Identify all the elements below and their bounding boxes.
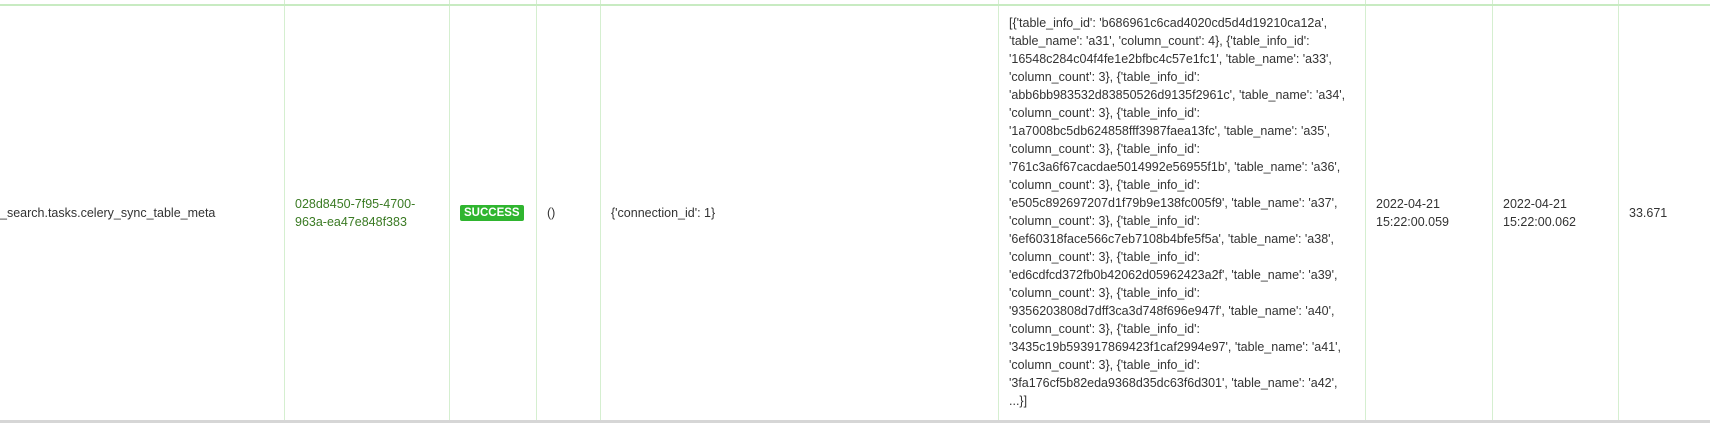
- task-name: _search.tasks.celery_sync_table_meta: [0, 206, 216, 220]
- task-name-cell: _search.tasks.celery_sync_table_meta: [0, 6, 285, 420]
- task-id-link[interactable]: 028d8450-7f95-4700-963a-ea47e848f383: [295, 195, 443, 231]
- task-results-table: _search.tasks.celery_sync_table_meta 028…: [0, 0, 1710, 423]
- task-kwargs: {'connection_id': 1}: [611, 206, 716, 220]
- status-badge: SUCCESS: [460, 205, 524, 221]
- table-row[interactable]: _search.tasks.celery_sync_table_meta 028…: [0, 6, 1710, 420]
- status-cell: SUCCESS: [450, 6, 537, 420]
- task-args: (): [547, 206, 556, 220]
- date-received-cell: 2022-04-21 15:22:00.059: [1366, 6, 1493, 420]
- task-id-cell: 028d8450-7f95-4700-963a-ea47e848f383: [285, 6, 450, 420]
- task-result: [{'table_info_id': 'b686961c6cad4020cd5d…: [1009, 16, 1346, 408]
- args-cell: (): [537, 6, 601, 420]
- kwargs-cell: {'connection_id': 1}: [601, 6, 999, 420]
- runtime-cell: 33.671: [1619, 6, 1710, 420]
- result-cell: [{'table_info_id': 'b686961c6cad4020cd5d…: [999, 6, 1366, 420]
- runtime: 33.671: [1629, 206, 1668, 220]
- date-done: 2022-04-21 15:22:00.062: [1503, 197, 1576, 229]
- date-done-cell: 2022-04-21 15:22:00.062: [1493, 6, 1619, 420]
- date-received: 2022-04-21 15:22:00.059: [1376, 197, 1449, 229]
